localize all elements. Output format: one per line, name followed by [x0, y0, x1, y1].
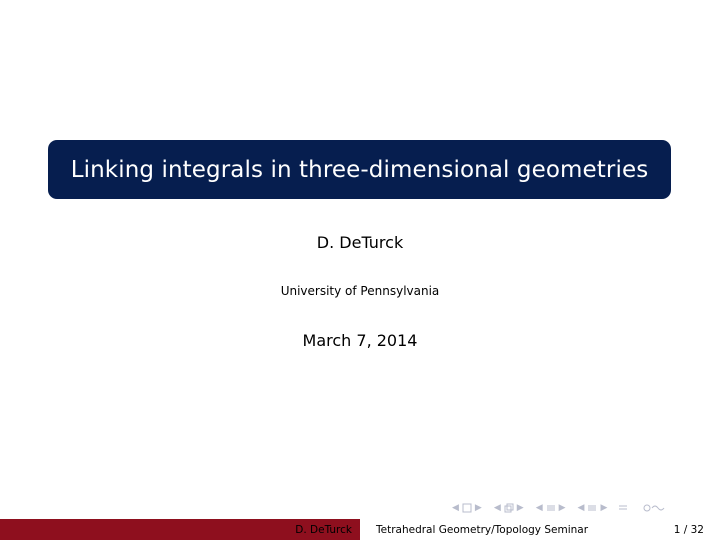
search-icon[interactable]	[643, 503, 665, 513]
slide-icon[interactable]	[587, 503, 597, 513]
frame-nav: ◀ ▶	[450, 503, 484, 513]
slide-nav: ◀ ▶	[576, 503, 610, 513]
footer-seminar: Tetrahedral Geometry/Topology Seminar	[376, 523, 589, 536]
section-nav: ◀ ▶	[534, 503, 568, 513]
beamer-navigation: ◀ ▶ ◀ ▶ ◀ ▶ ◀ ▶	[450, 500, 674, 516]
section-next-icon[interactable]: ▶	[559, 503, 566, 513]
subsection-icon[interactable]	[504, 503, 514, 513]
slide-next-icon[interactable]: ▶	[600, 503, 607, 513]
frame-next-icon[interactable]: ▶	[475, 503, 482, 513]
align-icon[interactable]	[618, 503, 628, 513]
misc-nav	[617, 503, 666, 513]
subsection-next-icon[interactable]: ▶	[517, 503, 524, 513]
page-number: 1 / 32	[673, 523, 704, 536]
subsection-nav: ◀ ▶	[492, 503, 526, 513]
title-box: Linking integrals in three-dimensional g…	[48, 140, 671, 199]
institute: University of Pennsylvania	[280, 284, 440, 298]
slide-title: Linking integrals in three-dimensional g…	[70, 156, 649, 183]
footer-author: D. DeTurck	[0, 519, 360, 540]
author: D. DeTurck	[316, 233, 404, 252]
section-prev-icon[interactable]: ◀	[536, 503, 543, 513]
frame-icon[interactable]	[462, 503, 472, 513]
footer-right: Tetrahedral Geometry/Topology Seminar 1 …	[360, 519, 720, 540]
section-icon[interactable]	[546, 503, 556, 513]
slide: Linking integrals in three-dimensional g…	[0, 0, 720, 541]
footer-author-label: D. DeTurck	[295, 523, 352, 536]
slide-prev-icon[interactable]: ◀	[578, 503, 585, 513]
date: March 7, 2014	[302, 331, 418, 350]
subsection-prev-icon[interactable]: ◀	[494, 503, 501, 513]
frame-prev-icon[interactable]: ◀	[452, 503, 459, 513]
